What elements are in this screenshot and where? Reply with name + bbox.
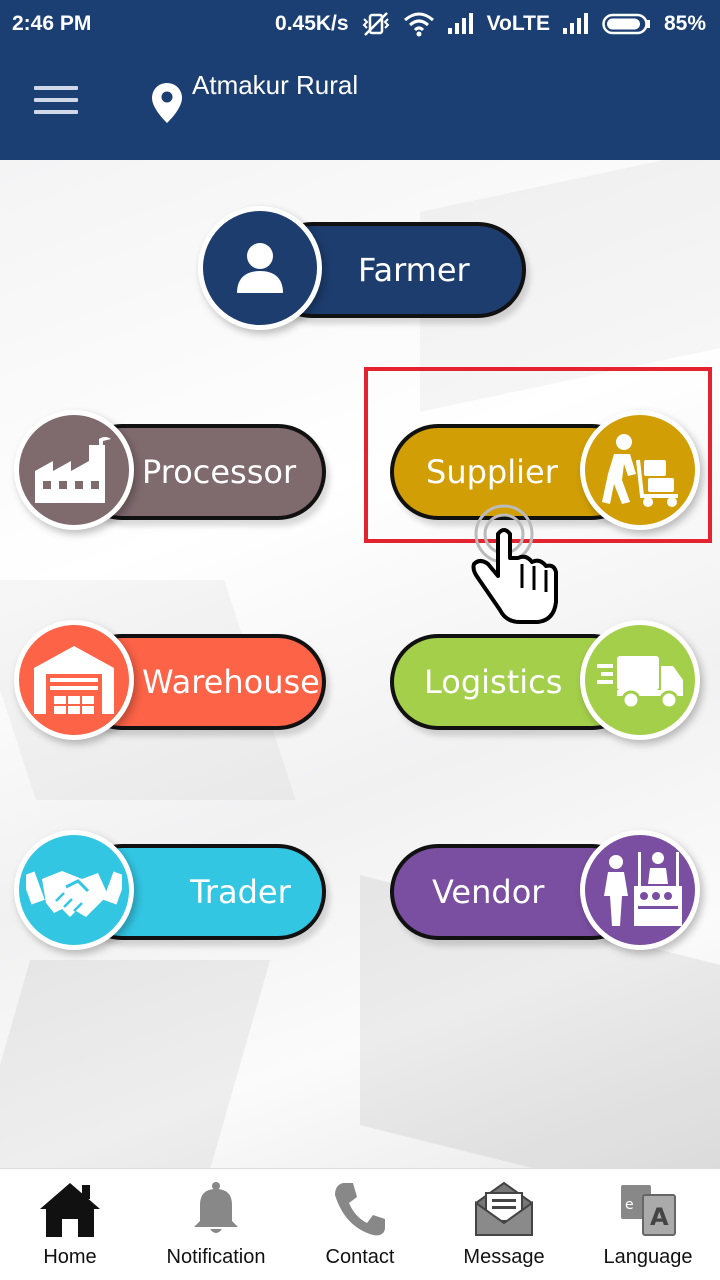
- app-bar: Atmakur Rural: [0, 48, 720, 160]
- location-pin-icon: [150, 82, 184, 129]
- home-icon: [38, 1181, 102, 1242]
- vendor-button[interactable]: Vendor: [390, 830, 706, 950]
- warehouse-icon: [14, 620, 134, 740]
- market-stall-icon: [580, 830, 700, 950]
- handshake-icon: [14, 830, 134, 950]
- phone-icon: [333, 1181, 387, 1242]
- nav-notification-label: Notification: [166, 1246, 266, 1268]
- status-indicators: 0.45K/s VoLTE 85%: [275, 11, 706, 37]
- delivery-truck-icon: [580, 620, 700, 740]
- vibrate-off-icon: [361, 11, 391, 37]
- farmer-label: Farmer: [358, 251, 470, 289]
- nav-language[interactable]: eA Language: [596, 1169, 700, 1280]
- status-time: 2:46 PM: [12, 12, 92, 35]
- nav-message-label: Message: [463, 1246, 545, 1268]
- battery-level: 85%: [663, 12, 706, 35]
- signal-icon: [447, 12, 475, 36]
- battery-icon: [602, 13, 652, 35]
- signal-icon-2: [562, 12, 590, 36]
- bell-icon: [192, 1181, 240, 1242]
- nav-contact-label: Contact: [325, 1246, 395, 1268]
- nav-language-label: Language: [603, 1246, 693, 1268]
- network-speed: 0.45K/s: [275, 12, 349, 35]
- location-label[interactable]: Atmakur Rural: [192, 70, 358, 101]
- nav-message[interactable]: Message: [452, 1169, 556, 1280]
- envelope-icon: [474, 1181, 534, 1242]
- background-shape: [0, 960, 271, 1168]
- hamburger-menu-icon[interactable]: [34, 86, 78, 120]
- logistics-button[interactable]: Logistics: [390, 620, 706, 740]
- svg-text:A: A: [650, 1203, 669, 1231]
- warehouse-button[interactable]: Warehouse: [14, 620, 330, 740]
- role-selection-area: Farmer Processor Supplier Warehouse Logi…: [0, 160, 720, 1168]
- status-bar: 2:46 PM 0.45K/s VoLTE 85%: [0, 0, 720, 48]
- network-type: VoLTE: [486, 12, 550, 35]
- nav-notification[interactable]: Notification: [156, 1169, 276, 1280]
- tap-hand-icon: [466, 504, 562, 631]
- nav-home[interactable]: Home: [26, 1169, 114, 1280]
- nav-contact[interactable]: Contact: [310, 1169, 410, 1280]
- vendor-label: Vendor: [432, 873, 545, 911]
- logistics-label: Logistics: [424, 663, 563, 701]
- user-icon: [198, 206, 322, 330]
- trader-button[interactable]: Trader: [14, 830, 330, 950]
- farmer-button[interactable]: Farmer: [198, 206, 528, 334]
- wifi-icon: [403, 11, 435, 37]
- warehouse-label: Warehouse: [142, 663, 320, 701]
- language-icon: eA: [619, 1181, 677, 1242]
- processor-label: Processor: [142, 453, 297, 491]
- svg-text:e: e: [625, 1197, 634, 1213]
- nav-home-label: Home: [43, 1246, 97, 1268]
- trader-label: Trader: [190, 873, 291, 911]
- factory-icon: [14, 410, 134, 530]
- processor-button[interactable]: Processor: [14, 410, 330, 530]
- bottom-navigation: Home Notification Contact Message eA Lan…: [0, 1168, 720, 1280]
